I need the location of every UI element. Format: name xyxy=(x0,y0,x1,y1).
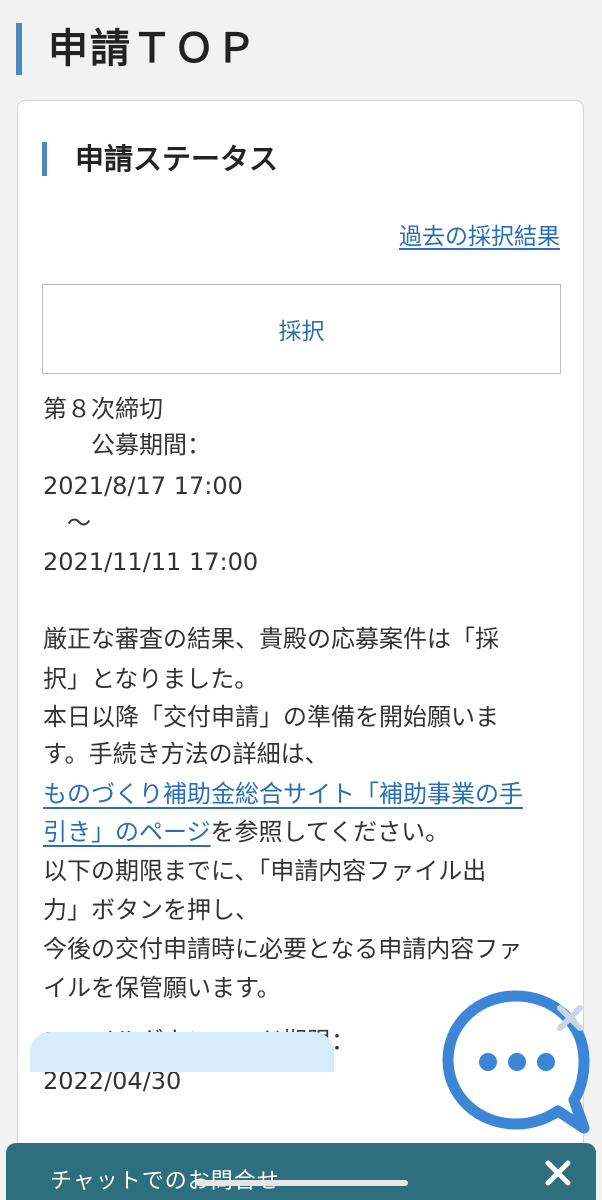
round-name: 第８次締切 xyxy=(43,395,163,423)
manual-link[interactable]: 引き」のページ xyxy=(43,818,211,846)
title-accent-bar xyxy=(16,23,22,75)
section-title: 申請ステータス xyxy=(42,141,278,177)
message-line: を参照してください。 xyxy=(210,818,450,846)
status-badge: 採択 xyxy=(42,284,561,374)
message-line: 本日以降「交付申請」の準備を開始願いま xyxy=(43,703,499,731)
message-line: イルを保管願います。 xyxy=(43,974,281,1002)
message-line: 力」ボタンを押し、 xyxy=(43,896,259,924)
message-line: 今後の交付申請時に必要となる申請内容ファ xyxy=(43,935,523,963)
chat-inquiry-bar[interactable]: チャットでのお問合せ xyxy=(6,1143,596,1200)
manual-link[interactable]: ものづくり補助金総合サイト「補助事業の手 xyxy=(43,780,523,808)
manual-link-line: ものづくり補助金総合サイト「補助事業の手 xyxy=(43,776,523,812)
section-accent-bar xyxy=(42,142,47,176)
past-results-link[interactable]: 過去の採択結果 xyxy=(399,217,560,251)
message-line: す。手続き方法の詳細は、 xyxy=(43,740,329,768)
section-title-text: 申請ステータス xyxy=(75,142,279,176)
home-indicator xyxy=(196,1180,408,1186)
chat-bar-label: チャットでのお問合せ xyxy=(50,1169,280,1194)
file-output-button[interactable] xyxy=(30,1032,334,1072)
page-title-text: 申請ＴＯＰ xyxy=(48,26,258,72)
period-label: 公募期間： xyxy=(43,431,211,459)
period-tilde: ～ xyxy=(43,509,91,537)
period-start: 2021/8/17 17:00 xyxy=(43,472,243,500)
manual-link-line: 引き」のページを参照してください。 xyxy=(43,814,449,850)
message-line: 択」となりました。 xyxy=(43,665,259,693)
page-title: 申請ＴＯＰ xyxy=(16,22,258,76)
close-icon[interactable] xyxy=(552,1000,588,1036)
message-line: 以下の期限までに、「申請内容ファイル出 xyxy=(43,857,487,885)
period-end: 2021/11/11 17:00 xyxy=(43,548,259,576)
close-icon[interactable] xyxy=(538,1153,578,1193)
application-top-page: 申請ＴＯＰ 申請ステータス 過去の採択結果 採択 第８次締切 公募期間： 202… xyxy=(0,0,602,1200)
message-line: 厳正な審査の結果、貴殿の応募案件は「採 xyxy=(43,625,499,653)
